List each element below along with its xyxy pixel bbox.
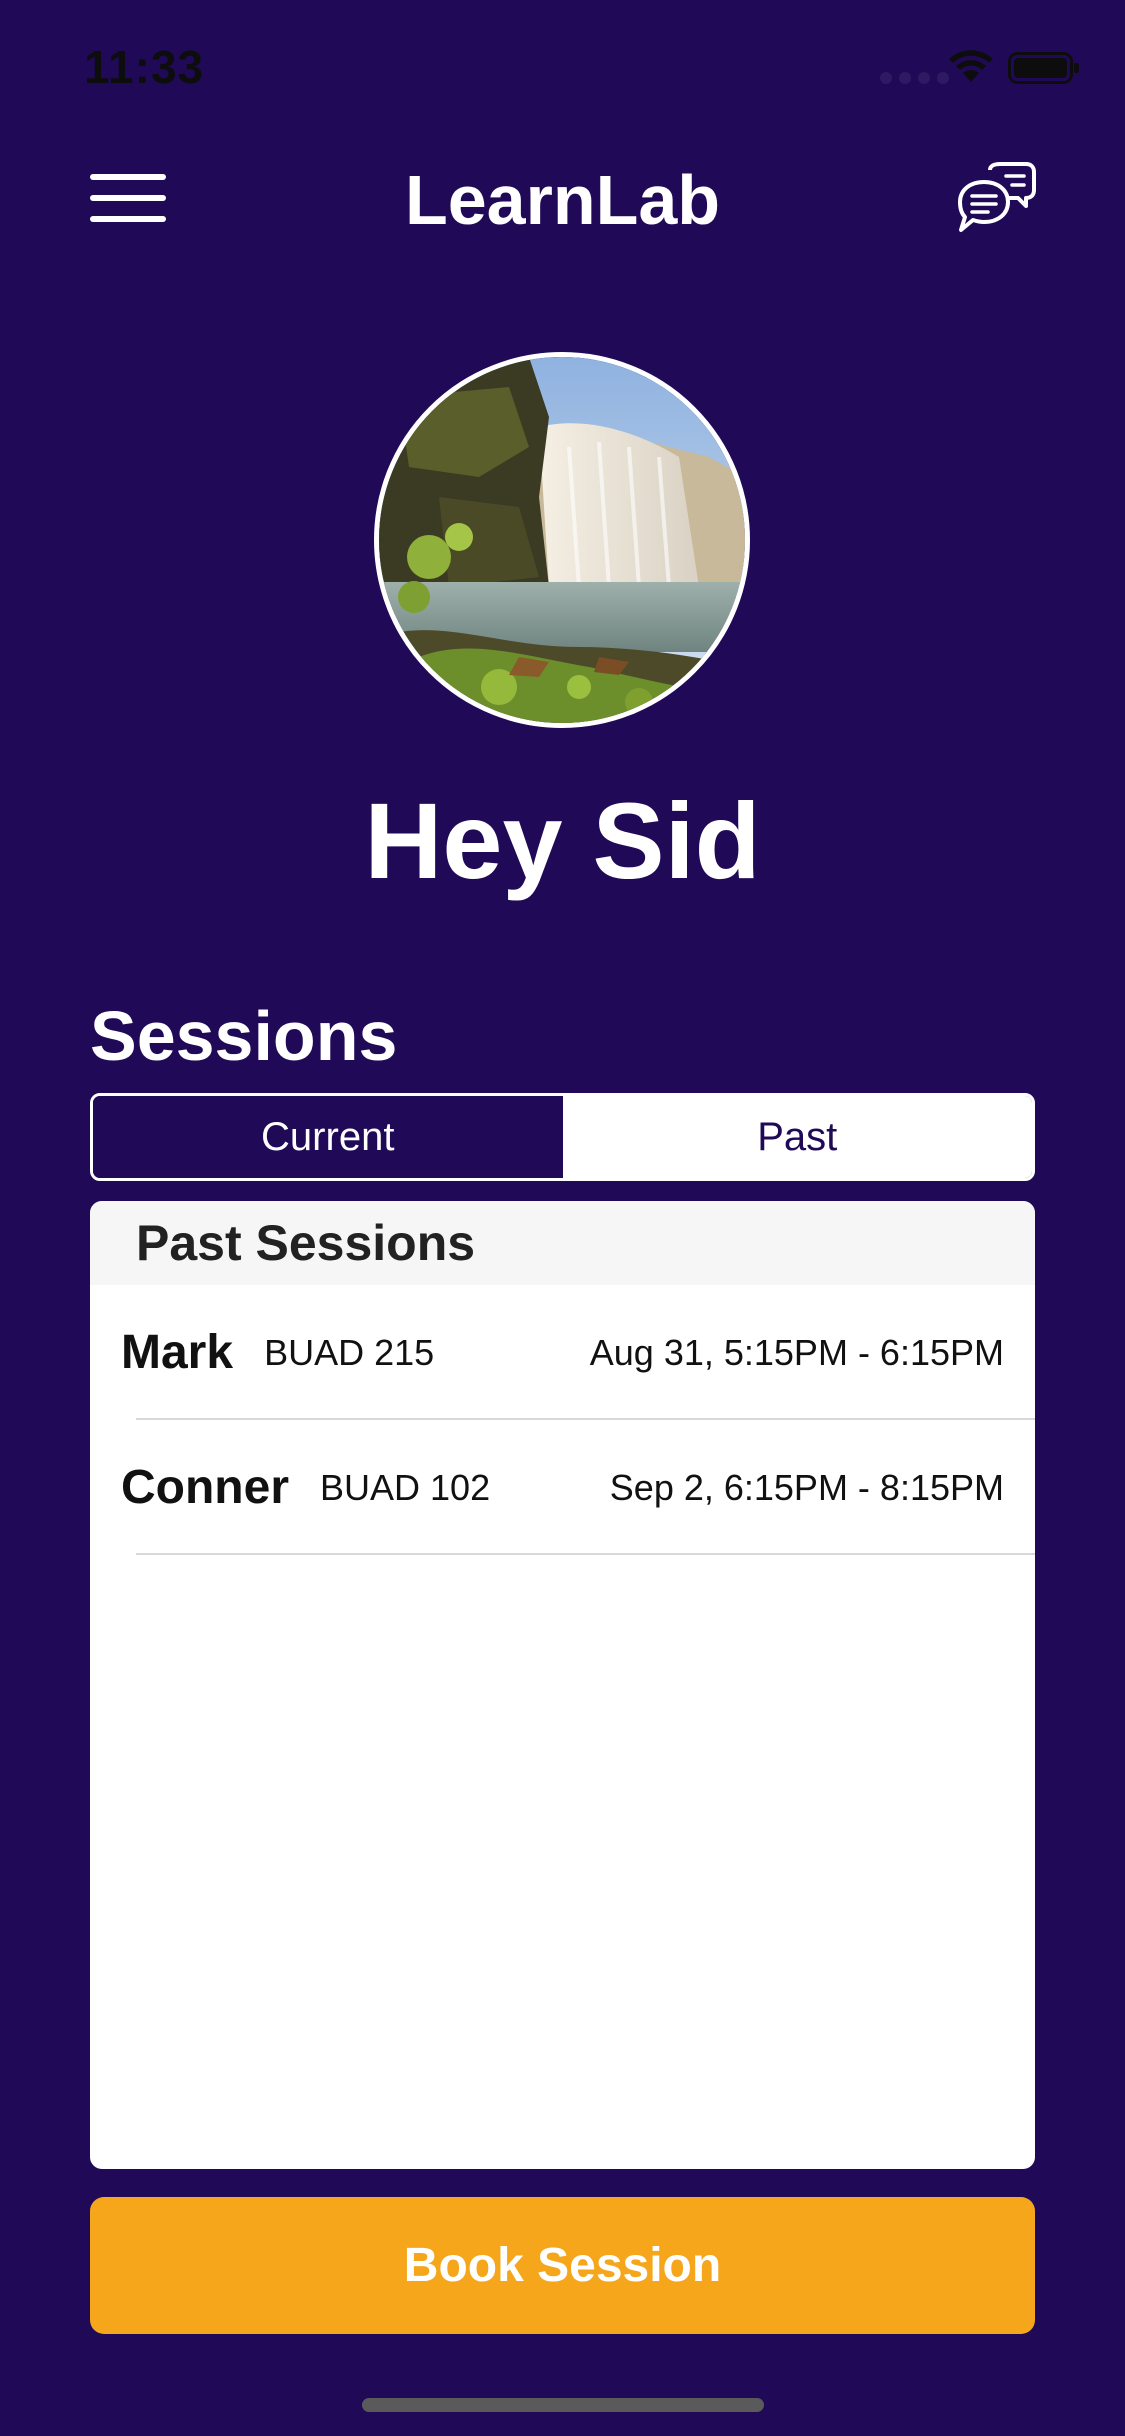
list-header: Past Sessions — [90, 1201, 1035, 1285]
wifi-icon — [949, 50, 993, 82]
tab-past[interactable]: Past — [562, 1096, 1032, 1178]
session-tutor-name: Conner — [121, 1461, 289, 1514]
book-session-button[interactable]: Book Session — [90, 2197, 1035, 2334]
session-row[interactable]: Mark BUAD 215 Aug 31, 5:15PM - 6:15PM — [90, 1285, 1035, 1420]
status-time: 11:33 — [84, 41, 205, 93]
cellular-signal-icon — [880, 72, 949, 84]
session-course: BUAD 215 — [264, 1331, 435, 1373]
avatar[interactable] — [374, 352, 750, 728]
status-bar: 11:33 — [0, 0, 1125, 130]
sessions-segmented-control: Current Past — [90, 1093, 1035, 1181]
past-sessions-list: Past Sessions Mark BUAD 215 Aug 31, 5:15… — [90, 1201, 1035, 2169]
sessions-heading: Sessions — [90, 997, 398, 1075]
chat-bubbles-icon[interactable] — [956, 162, 1036, 236]
session-row[interactable]: Conner BUAD 102 Sep 2, 6:15PM - 8:15PM — [90, 1420, 1035, 1555]
session-tutor-name: Mark — [121, 1326, 234, 1379]
waterfall-photo — [379, 357, 745, 723]
greeting: Hey Sid — [364, 780, 761, 901]
session-course: BUAD 102 — [320, 1466, 491, 1508]
home-indicator[interactable] — [362, 2398, 764, 2412]
session-time: Sep 2, 6:15PM - 8:15PM — [609, 1466, 1004, 1508]
session-time: Aug 31, 5:15PM - 6:15PM — [589, 1331, 1004, 1373]
battery-icon — [1008, 52, 1079, 84]
tab-current[interactable]: Current — [93, 1096, 563, 1178]
